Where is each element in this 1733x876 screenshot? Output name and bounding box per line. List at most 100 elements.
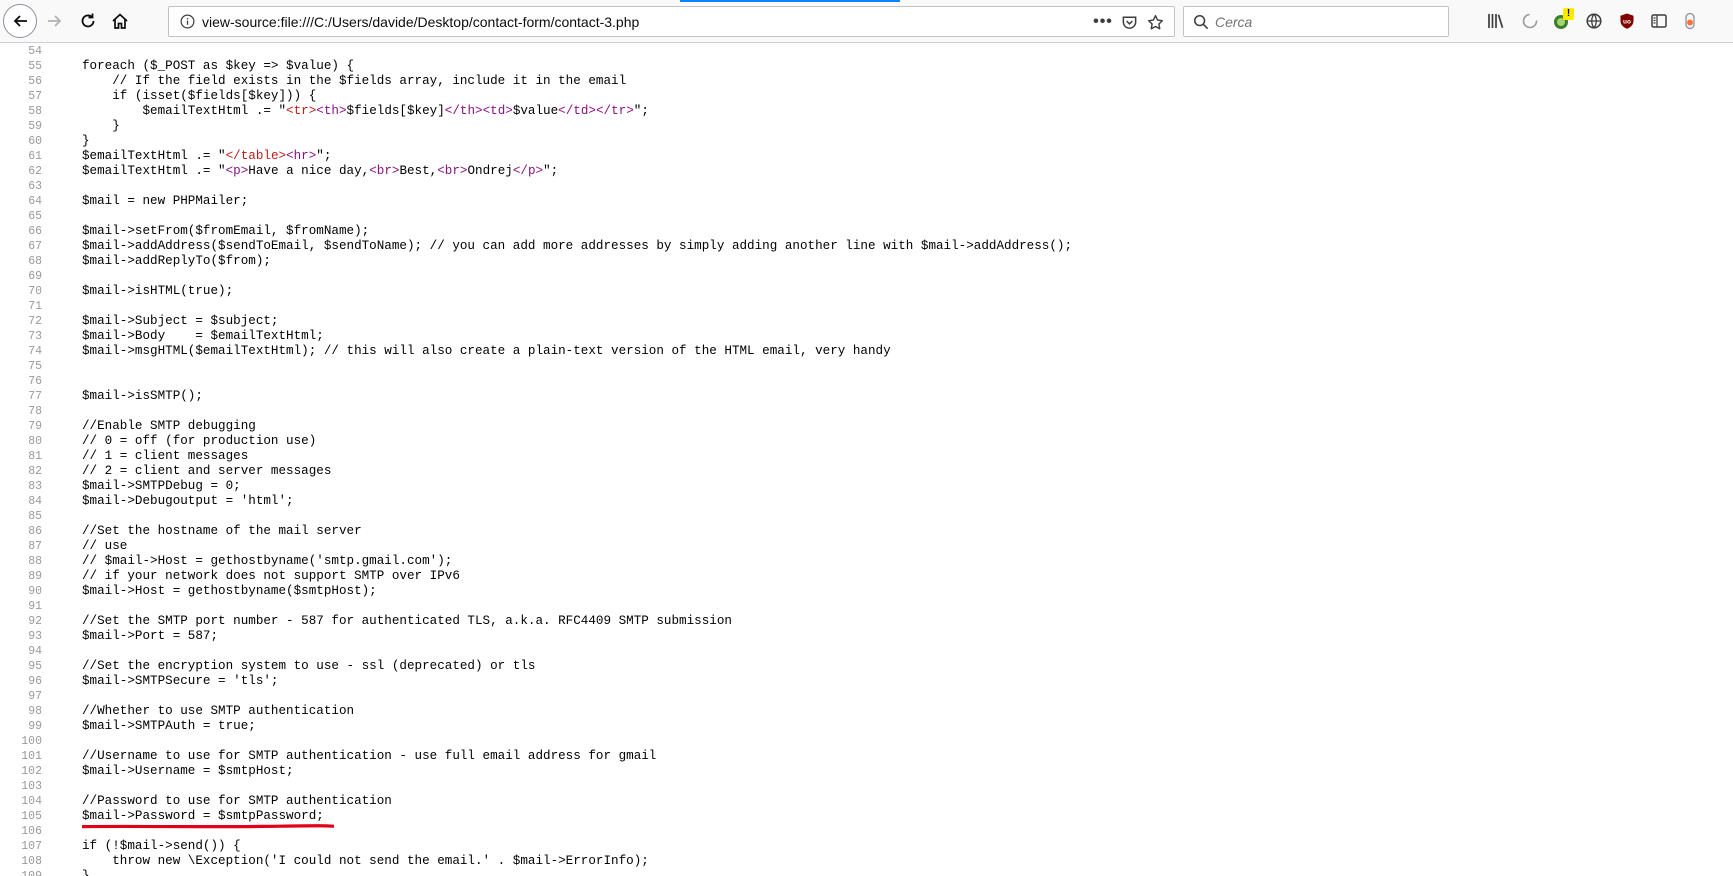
code-token: //Enable SMTP debugging: [82, 419, 256, 433]
code-token: $mail->setFrom($fromEmail, $fromName);: [82, 224, 370, 238]
search-icon: [1192, 13, 1210, 31]
library-icon[interactable]: [1486, 11, 1506, 31]
code-token: // if your network does not support SMTP…: [82, 569, 460, 583]
source-line: 76: [0, 374, 1733, 389]
line-number: 84: [28, 495, 42, 508]
line-number: 69: [28, 270, 42, 283]
source-line: 72 $mail->Subject = $subject;: [0, 314, 1733, 329]
code-token: $mail->addAddress($sendToEmail, $sendToN…: [82, 239, 1073, 253]
code-token: // use: [82, 539, 128, 553]
url-bar[interactable]: view-source:file:///C:/Users/davide/Desk…: [168, 6, 1175, 37]
source-line: 75: [0, 359, 1733, 374]
line-number: 75: [28, 360, 42, 373]
line-number: 80: [28, 435, 42, 448]
code-token: throw new \Exception('I could not send t…: [82, 854, 649, 868]
info-icon[interactable]: [179, 13, 196, 30]
line-code: //Enable SMTP debugging: [82, 419, 256, 434]
html-tag-token: <tr>: [286, 104, 317, 118]
line-number: 86: [28, 525, 42, 538]
line-number: 55: [28, 60, 42, 73]
line-number: 56: [28, 75, 42, 88]
search-input[interactable]: [1215, 11, 1440, 32]
source-line: 69: [0, 269, 1733, 284]
source-line: 74 $mail->msgHTML($emailTextHtml); // thi…: [0, 344, 1733, 359]
line-number: 68: [28, 255, 42, 268]
line-code: //Whether to use SMTP authentication: [82, 704, 354, 719]
line-number: 105: [21, 810, 42, 823]
source-line: 83 $mail->SMTPDebug = 0;: [0, 479, 1733, 494]
code-token: $mail->SMTPDebug = 0;: [82, 479, 241, 493]
line-number: 104: [21, 795, 42, 808]
source-line: 100: [0, 734, 1733, 749]
code-token: ";: [316, 149, 332, 163]
reload-button[interactable]: [72, 5, 104, 37]
source-line: 97: [0, 689, 1733, 704]
code-token: $mail->Username = $smtpHost;: [82, 764, 294, 778]
pocket-icon[interactable]: [1119, 12, 1139, 32]
code-token: // 1 = client messages: [82, 449, 249, 463]
line-number: 63: [28, 180, 42, 193]
extension-dot-icon[interactable]: [1680, 11, 1700, 31]
line-number: 70: [28, 285, 42, 298]
source-line: 66 $mail->setFrom($fromEmail, $fromName);: [0, 224, 1733, 239]
line-number: 62: [28, 165, 42, 178]
line-code: // If the field exists in the $fields ar…: [82, 74, 626, 89]
source-line: 60}: [0, 134, 1733, 149]
html-tag-token: </td>: [558, 104, 596, 118]
source-line: 80 // 0 = off (for production use): [0, 434, 1733, 449]
source-line: 99 $mail->SMTPAuth = true;: [0, 719, 1733, 734]
ublock-icon[interactable]: uo: [1617, 11, 1637, 31]
source-line: 87 // use: [0, 539, 1733, 554]
home-button[interactable]: [104, 5, 136, 37]
line-code: //Username to use for SMTP authenticatio…: [82, 749, 656, 764]
line-number: 100: [21, 735, 42, 748]
html-tag-token: <td>: [482, 104, 513, 118]
svg-text:uo: uo: [1623, 19, 1631, 26]
code-token: $mail->Password = $smtpPassword;: [82, 809, 324, 823]
line-number: 98: [28, 705, 42, 718]
line-code: // 1 = client messages: [82, 449, 248, 464]
notification-badge: !: [1563, 8, 1574, 20]
source-line: 90 $mail->Host = gethostbyname($smtpHost)…: [0, 584, 1733, 599]
code-token: $mail->Host = gethostbyname($smtpHost);: [82, 584, 377, 598]
forward-arrow-icon: [48, 15, 62, 27]
line-number: 82: [28, 465, 42, 478]
view-source-content: 54 55 foreach ($_POST as $key => $value) {…: [0, 43, 1733, 876]
code-token: //Username to use for SMTP authenticatio…: [82, 749, 657, 763]
forward-button[interactable]: [39, 5, 71, 37]
line-code: }: [82, 134, 90, 149]
line-code: $emailTextHtml .= "<p>Have a nice day,<b…: [82, 164, 558, 179]
search-bar[interactable]: [1183, 6, 1449, 37]
line-number: 83: [28, 480, 42, 493]
code-token: $mail->Body = $emailTextHtml;: [82, 329, 324, 343]
code-token: foreach ($_POST as $key => $value) {: [82, 59, 355, 73]
html-tag-token: <br>: [369, 164, 400, 178]
url-text[interactable]: view-source:file:///C:/Users/davide/Desk…: [202, 14, 639, 30]
code-token: // 2 = client and server messages: [82, 464, 332, 478]
line-number: 64: [28, 195, 42, 208]
back-button[interactable]: [3, 4, 37, 38]
more-icon[interactable]: •••: [1093, 12, 1113, 32]
reload-icon: [81, 13, 95, 28]
source-line: 78: [0, 404, 1733, 419]
extension-web-icon[interactable]: [1584, 11, 1604, 31]
code-token: $mail->msgHTML($emailTextHtml); // this …: [82, 344, 891, 358]
line-code: // if your network does not support SMTP…: [82, 569, 460, 584]
line-code: $mail = new PHPMailer;: [82, 194, 248, 209]
line-number: 58: [28, 105, 42, 118]
sidebar-icon[interactable]: [1649, 11, 1669, 31]
source-line: 55 foreach ($_POST as $key => $value) {: [0, 59, 1733, 74]
source-line: 57 if (isset($fields[$key])) {: [0, 89, 1733, 104]
line-number: 77: [28, 390, 42, 403]
star-icon[interactable]: [1145, 12, 1165, 32]
sync-icon[interactable]: [1520, 11, 1540, 31]
line-code: //Password to use for SMTP authenticatio…: [82, 794, 392, 809]
line-number: 89: [28, 570, 42, 583]
html-tag-token: <p>: [225, 164, 249, 178]
line-code: $mail->addReplyTo($from);: [82, 254, 271, 269]
code-token: //Whether to use SMTP authentication: [82, 704, 355, 718]
line-code: // 2 = client and server messages: [82, 464, 331, 479]
html-tag-token: </tr>: [595, 104, 634, 118]
source-line: 96 $mail->SMTPSecure = 'tls';: [0, 674, 1733, 689]
source-line: 92 //Set the SMTP port number - 587 for a…: [0, 614, 1733, 629]
